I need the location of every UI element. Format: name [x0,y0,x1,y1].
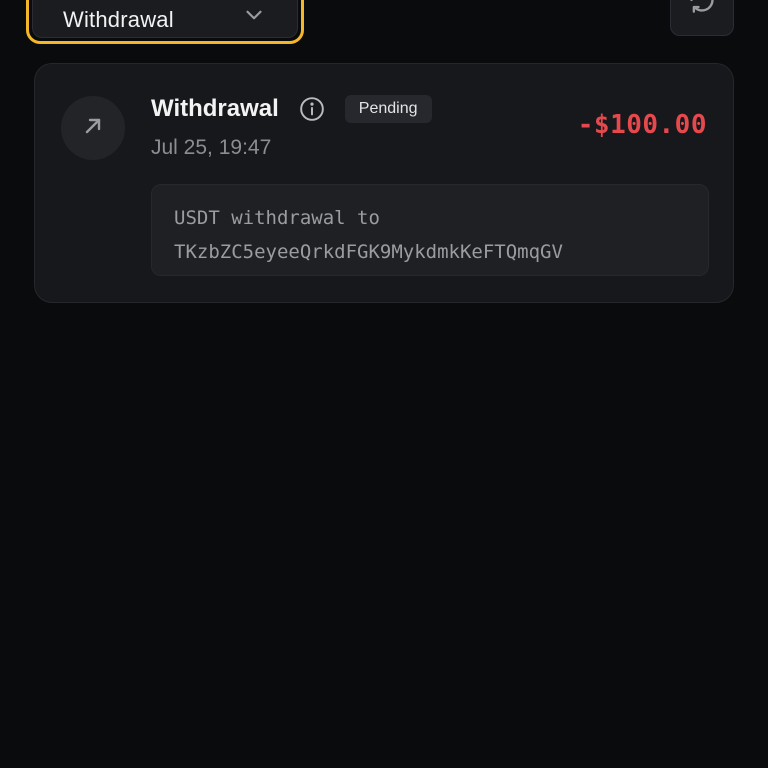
transaction-note-address: TKzbZC5eyeeQrkdFGK9MykdmkKeFTQmqGV [174,241,563,263]
arrow-up-right-icon [81,114,105,143]
transaction-direction-badge [61,96,125,160]
transaction-card[interactable]: Withdrawal Pending Jul 25, 19:47 -$100.0… [34,63,734,303]
transaction-note: USDT withdrawal to TKzbZC5eyeeQrkdFGK9My… [151,184,709,276]
transaction-note-line-1: USDT withdrawal to [174,207,380,229]
transaction-type-select[interactable]: Withdrawal [26,0,304,44]
transaction-amount: -$100.00 [577,110,707,140]
chevron-down-icon [241,2,267,28]
transaction-title-row: Withdrawal Pending [151,92,432,126]
transactions-page: Withdrawal Withdrawal Pending Jul 25, 19… [0,0,768,768]
refresh-icon [688,0,716,19]
info-icon[interactable] [299,96,325,122]
transaction-type-select-field[interactable]: Withdrawal [32,0,298,38]
transaction-title: Withdrawal [151,95,279,122]
refresh-button[interactable] [670,0,734,36]
status-badge: Pending [344,95,432,123]
transaction-type-select-value: Withdrawal [63,7,174,32]
transaction-date: Jul 25, 19:47 [151,136,272,159]
